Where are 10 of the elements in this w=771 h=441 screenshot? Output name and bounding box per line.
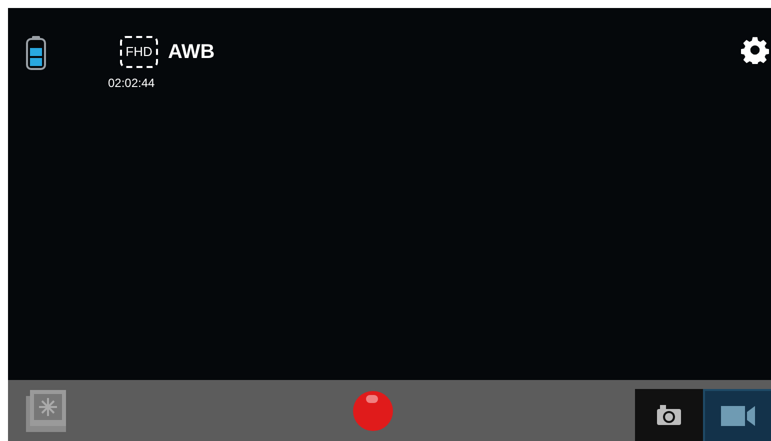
camera-icon bbox=[656, 404, 682, 426]
mode-button[interactable] bbox=[703, 389, 771, 441]
record-button[interactable] bbox=[352, 390, 392, 430]
video-camera-icon bbox=[721, 406, 755, 426]
resolution-indicator: FHD bbox=[120, 36, 158, 68]
settings-icon[interactable] bbox=[741, 36, 769, 64]
battery-icon bbox=[26, 36, 46, 70]
highlight-icon bbox=[366, 394, 378, 402]
wb-mode-label: AWB bbox=[168, 40, 215, 65]
recording-time: 02:02:44 bbox=[108, 75, 155, 92]
